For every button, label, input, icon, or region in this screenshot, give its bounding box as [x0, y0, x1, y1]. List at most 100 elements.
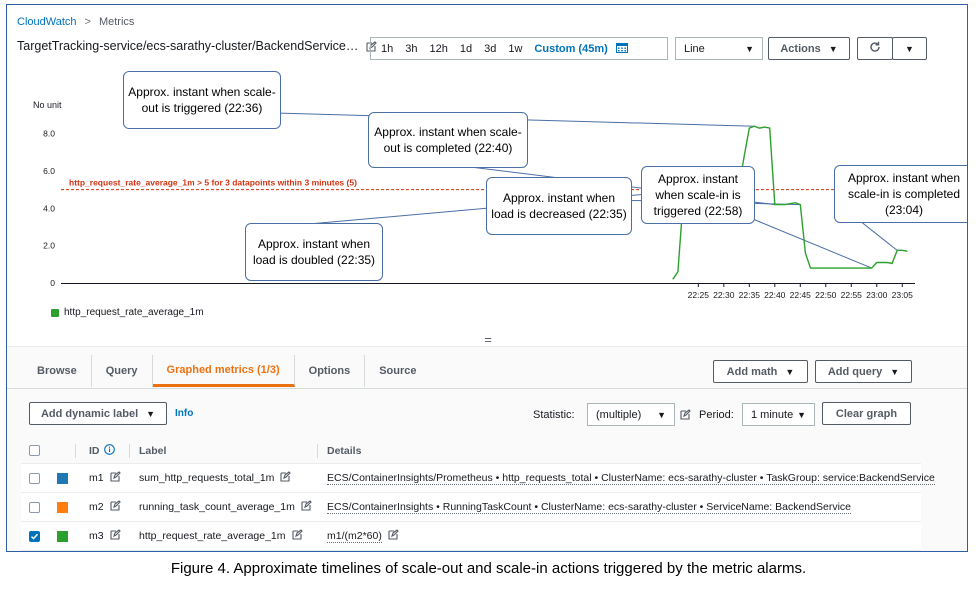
chart-legend[interactable]: http_request_rate_average_1m: [51, 307, 204, 318]
edit-icon[interactable]: [680, 409, 691, 420]
y-axis-label: No unit: [33, 100, 62, 110]
graph-title: TargetTracking-service/ecs-sarathy-clust…: [17, 39, 359, 53]
clear-graph-label: Clear graph: [835, 407, 898, 420]
calendar-icon[interactable]: [615, 42, 628, 56]
refresh-options-button[interactable]: ▼: [892, 37, 927, 60]
row-label: running_task_count_average_1m: [139, 501, 295, 513]
x-tick-label: 22:35: [739, 290, 761, 300]
table-row[interactable]: m1 sum_http_requests_total_1m ECS/Contai…: [21, 464, 935, 493]
annotation-pointer: [747, 216, 872, 269]
caret-down-icon: ▼: [905, 43, 914, 54]
table-row[interactable]: m2 running_task_count_average_1m ECS/Con…: [21, 493, 921, 522]
edit-icon[interactable]: [291, 529, 303, 543]
add-math-button[interactable]: Add math ▼: [713, 360, 808, 383]
period-select[interactable]: 1 minute ▼: [742, 403, 815, 426]
y-tick-label: 6.0: [43, 166, 55, 176]
y-tick-label: 2.0: [43, 241, 55, 251]
row-details[interactable]: m1/(m2*60): [327, 530, 382, 543]
graphed-metrics-toolbar: Add dynamic label ▼ Info Statistic: (mul…: [7, 389, 967, 429]
time-range-custom[interactable]: Custom (45m): [528, 43, 613, 55]
legend-swatch: [51, 308, 59, 317]
statistic-label: Statistic:: [533, 409, 575, 421]
time-range-1h[interactable]: 1h: [375, 43, 399, 55]
annotation-scale-in-completed: Approx. instant when scale-in is complet…: [834, 165, 967, 223]
x-tick-label: 23:05: [892, 290, 914, 300]
add-math-label: Add math: [726, 365, 778, 378]
x-tick-label: 23:00: [866, 290, 888, 300]
annotation-load-decreased: Approx. instant when load is decreased (…: [486, 177, 632, 235]
y-tick-label: 0: [50, 278, 55, 288]
time-range-3h[interactable]: 3h: [399, 43, 423, 55]
refresh-button[interactable]: [857, 37, 893, 60]
table-row[interactable]: m3 http_request_rate_average_1m m1/(m2*6…: [21, 522, 921, 551]
time-range-12h[interactable]: 12h: [424, 43, 454, 55]
row-checkbox-checked[interactable]: [29, 530, 40, 542]
edit-icon[interactable]: [110, 471, 121, 485]
x-tick-label: 22:55: [841, 290, 863, 300]
tab-browse[interactable]: Browse: [23, 355, 92, 387]
edit-icon[interactable]: [110, 529, 121, 543]
breadcrumb-metrics: Metrics: [98, 16, 135, 28]
edit-icon[interactable]: [280, 471, 292, 485]
edit-icon[interactable]: [301, 500, 312, 514]
period-value: 1 minute: [751, 408, 794, 421]
column-header-label: Label: [139, 444, 167, 457]
column-header-id: ID: [89, 444, 100, 457]
x-tick-label: 22:50: [815, 290, 837, 300]
info-link[interactable]: Info: [175, 408, 193, 419]
period-label: Period:: [699, 409, 734, 421]
time-range-1d[interactable]: 1d: [454, 43, 478, 55]
tab-options[interactable]: Options: [295, 355, 366, 387]
breadcrumb-cloudwatch[interactable]: CloudWatch: [17, 16, 77, 28]
chart-type-value: Line: [684, 42, 705, 55]
chart-type-select[interactable]: Line ▼: [675, 37, 763, 60]
tab-source[interactable]: Source: [365, 355, 430, 387]
series-color-swatch[interactable]: [57, 530, 68, 542]
chart-area: No unit 0 2.0 4.0 6.0 8.0 22:25 22:30 22:35 22:…: [13, 67, 967, 333]
row-checkbox[interactable]: [29, 501, 40, 513]
x-tick-label: 22:40: [764, 290, 786, 300]
edit-icon[interactable]: [388, 529, 399, 543]
panel-tabs: Browse Query Graphed metrics (1/3) Optio…: [23, 355, 431, 387]
add-dynamic-label-button[interactable]: Add dynamic label ▼: [29, 402, 167, 425]
annotation-load-doubled: Approx. instant when load is doubled (22…: [245, 223, 383, 281]
row-id: m1: [89, 472, 104, 484]
row-label: http_request_rate_average_1m: [139, 530, 286, 542]
caret-down-icon: ▼: [657, 409, 666, 420]
column-header-details: Details: [327, 444, 362, 457]
caret-down-icon: ▼: [745, 43, 754, 54]
x-tick-label: 22:45: [790, 290, 812, 300]
series-color-swatch[interactable]: [57, 472, 68, 484]
tab-graphed-metrics[interactable]: Graphed metrics (1/3): [152, 355, 295, 387]
tab-query[interactable]: Query: [92, 355, 153, 387]
figure-caption: Figure 4. Approximate timelines of scale…: [170, 560, 807, 577]
add-query-button[interactable]: Add query ▼: [815, 360, 912, 383]
time-range-1w[interactable]: 1w: [502, 43, 528, 55]
statistic-select[interactable]: (multiple) ▼: [587, 403, 675, 426]
caret-down-icon: ▼: [797, 409, 806, 420]
row-checkbox[interactable]: [29, 472, 40, 484]
clear-graph-button[interactable]: Clear graph: [822, 402, 911, 425]
row-details[interactable]: ECS/ContainerInsights/Prometheus • http_…: [327, 472, 935, 485]
time-range-selector: 1h 3h 12h 1d 3d 1w Custom (45m): [370, 37, 668, 60]
checkmark-icon: [30, 533, 39, 540]
legend-label: http_request_rate_average_1m: [64, 307, 204, 318]
add-query-label: Add query: [827, 365, 883, 378]
column-divider: [317, 443, 318, 458]
annotation-scale-out-triggered: Approx. instant when scale-out is trigge…: [123, 71, 281, 129]
statistic-value: (multiple): [596, 408, 642, 421]
row-label: sum_http_requests_total_1m: [139, 472, 275, 484]
add-dynamic-label-text: Add dynamic label: [40, 407, 139, 420]
edit-icon[interactable]: [110, 500, 121, 514]
annotation-scale-out-completed: Approx. instant when scale-out is comple…: [368, 112, 528, 168]
row-details[interactable]: ECS/ContainerInsights • RunningTaskCount…: [327, 501, 851, 514]
caret-down-icon: ▼: [785, 366, 795, 377]
select-all-checkbox[interactable]: [29, 445, 40, 456]
annotation-scale-in-triggered: Approx. instant when scale-in is trigger…: [641, 166, 755, 224]
metrics-panel: Browse Query Graphed metrics (1/3) Optio…: [7, 346, 967, 551]
info-circle-icon[interactable]: [103, 443, 115, 458]
actions-button[interactable]: Actions ▼: [768, 37, 850, 60]
time-range-3d[interactable]: 3d: [478, 43, 502, 55]
resize-handle-icon[interactable]: =: [7, 333, 967, 346]
series-color-swatch[interactable]: [57, 501, 68, 513]
